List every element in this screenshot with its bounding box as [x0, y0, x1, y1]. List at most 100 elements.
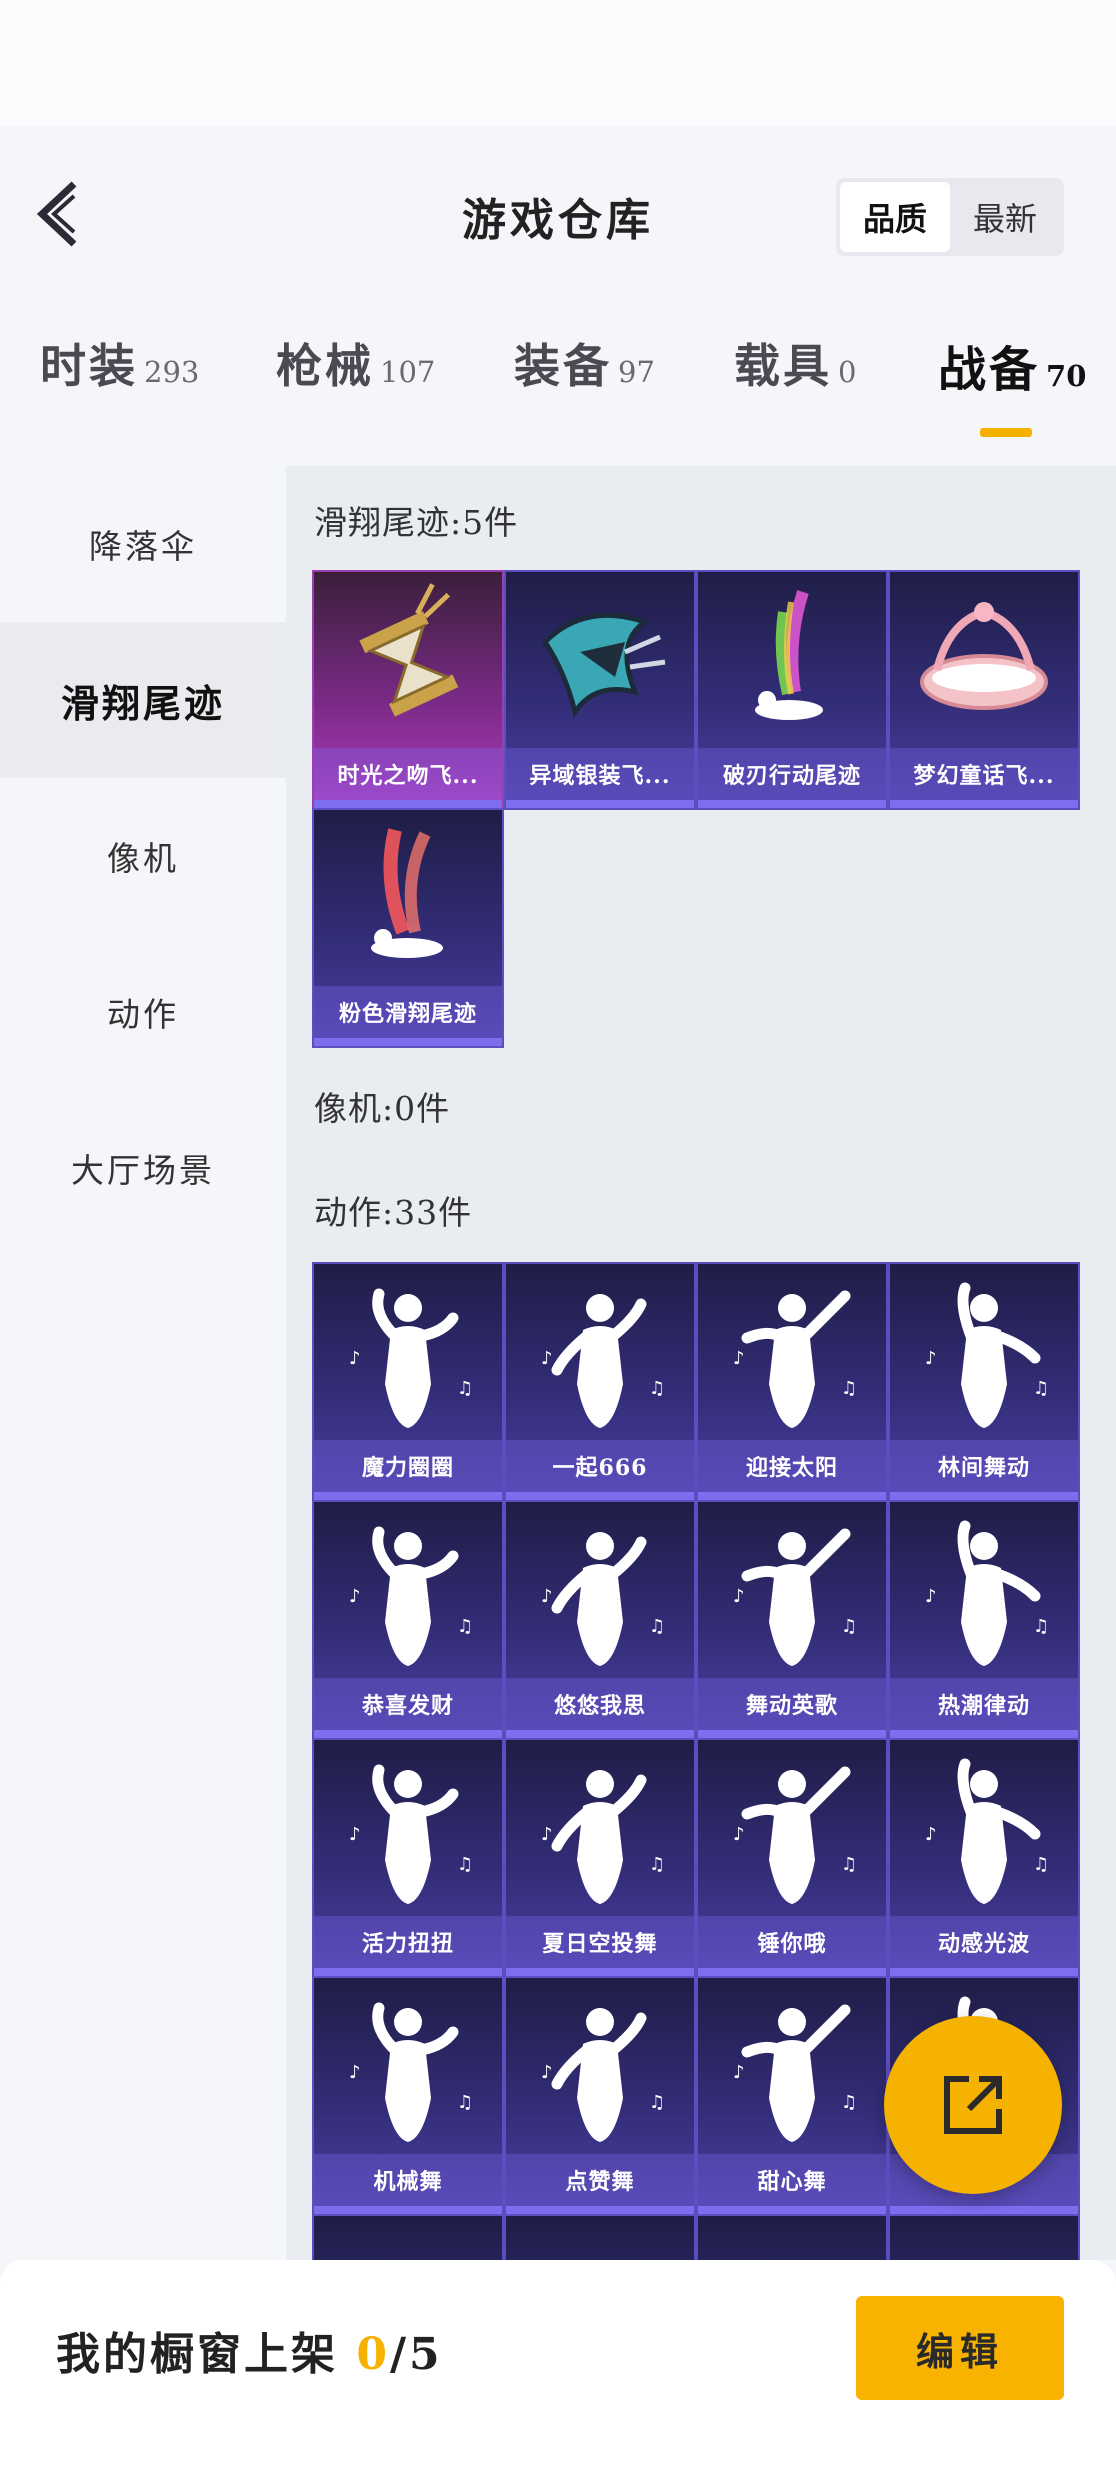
item-name: 活力扭扭: [314, 1916, 502, 1968]
item-thumbnail: ♪♫: [314, 1502, 502, 1682]
svg-text:♪: ♪: [541, 1586, 553, 1607]
tab-label: 战备: [938, 342, 1041, 398]
svg-text:♪: ♪: [541, 2062, 553, 2083]
svg-text:♫: ♫: [841, 1854, 857, 1875]
rarity-strip: [698, 800, 886, 808]
svg-text:♪: ♪: [925, 1824, 937, 1845]
section-title-glide-trail: 滑翔尾迹:5件: [314, 503, 519, 542]
tab-fashion[interactable]: 时装 293: [40, 330, 199, 396]
item-thumbnail: ♪♫: [890, 1264, 1078, 1444]
dance-pose-icon: ♪♫: [733, 1766, 857, 1904]
svg-text:♫: ♫: [1033, 1616, 1049, 1637]
dance-pose-icon: ♪♫: [349, 1288, 473, 1428]
svg-text:♫: ♫: [1033, 1854, 1049, 1875]
item-card[interactable]: ♪ ♫ 一起666: [504, 1262, 696, 1502]
grid-row: ♪ ♫ 恭喜发财 ♪ ♫ 悠悠我思 ♪ ♫ 舞动英歌 ♪ ♫ 热潮律动: [312, 1500, 1080, 1740]
item-thumbnail: [890, 572, 1078, 752]
svg-text:♪: ♪: [925, 1348, 937, 1369]
item-card[interactable]: [696, 2214, 888, 2260]
item-card[interactable]: ♪ ♫ 林间舞动: [888, 1262, 1080, 1502]
item-card[interactable]: ♪ ♫ 悠悠我思: [504, 1500, 696, 1740]
pink-trail-icon: [371, 828, 443, 958]
dance-pose-icon: ♪♫: [733, 2004, 857, 2142]
sidebar-item-lobby-scene[interactable]: 大厅场景: [0, 1090, 286, 1246]
section-title-camera: 像机:0件: [314, 1089, 451, 1128]
item-card[interactable]: ♪ ♫ 锤你哦: [696, 1738, 888, 1978]
item-card[interactable]: ♪ ♫ 机械舞: [312, 1976, 504, 2216]
svg-text:♫: ♫: [841, 1378, 857, 1399]
status-bar: [0, 0, 1116, 126]
tab-count: 97: [618, 355, 655, 389]
svg-text:♪: ♪: [349, 1586, 361, 1607]
item-card[interactable]: ♪ ♫ 舞动英歌: [696, 1500, 888, 1740]
item-card[interactable]: 梦幻童话飞...: [888, 570, 1080, 810]
dance-pose-icon: ♪♫: [349, 2002, 473, 2142]
item-card[interactable]: 破刃行动尾迹: [696, 570, 888, 810]
item-card[interactable]: ♪ ♫ 活力扭扭: [312, 1738, 504, 1978]
dance-pose-icon: ♪♫: [349, 1526, 473, 1666]
showcase-used: 0: [356, 2329, 390, 2380]
svg-text:♪: ♪: [733, 1586, 745, 1607]
item-card[interactable]: ♪ ♫ 恭喜发财: [312, 1500, 504, 1740]
item-card[interactable]: [888, 2214, 1080, 2260]
item-thumbnail: [698, 572, 886, 752]
sidebar-item-camera[interactable]: 像机: [0, 778, 286, 934]
svg-text:♫: ♫: [649, 2092, 665, 2113]
svg-text:♫: ♫: [649, 1854, 665, 1875]
item-thumbnail: ♪♫: [698, 1502, 886, 1682]
grid-row: 时光之吻飞... 异域银装飞... 破刃行动尾迹 梦幻童话飞...: [312, 570, 1080, 810]
share-button[interactable]: [884, 2016, 1062, 2194]
item-thumbnail: ♪♫: [506, 1264, 694, 1444]
item-card[interactable]: ♪ ♫ 甜心舞: [696, 1976, 888, 2216]
tab-equipment[interactable]: 装备 97: [514, 330, 655, 396]
tab-vehicles[interactable]: 载具 0: [734, 330, 856, 396]
item-card[interactable]: 时光之吻飞...: [312, 570, 504, 810]
sort-latest-button[interactable]: 最新: [950, 182, 1060, 252]
rarity-strip: [506, 1730, 694, 1738]
rarity-strip: [698, 1492, 886, 1500]
rarity-strip: [314, 1492, 502, 1500]
svg-text:♪: ♪: [349, 1824, 361, 1845]
item-list: 滑翔尾迹:5件 时光之吻飞... 异域银装飞... 破刃行动尾迹 梦幻童话飞... 粉…: [286, 466, 1116, 2260]
dance-pose-icon: ♪♫: [541, 1770, 665, 1904]
item-name: 异域银装飞...: [506, 748, 694, 800]
dance-pose-icon: ♪♫: [349, 1764, 473, 1904]
item-card[interactable]: ♪ ♫ 动感光波: [888, 1738, 1080, 1978]
item-thumbnail: [314, 810, 502, 990]
item-card[interactable]: [312, 2214, 504, 2260]
item-card[interactable]: ♪ ♫ 魔力圈圈: [312, 1262, 504, 1502]
item-card[interactable]: ♪ ♫ 点赞舞: [504, 1976, 696, 2216]
tab-count: 107: [380, 355, 436, 389]
item-card[interactable]: ♪ ♫ 夏日空投舞: [504, 1738, 696, 1978]
svg-text:♫: ♫: [457, 1854, 473, 1875]
tab-label: 枪械: [276, 339, 374, 393]
sort-quality-button[interactable]: 品质: [840, 182, 950, 252]
tab-count: 293: [144, 355, 200, 389]
item-card[interactable]: ♪ ♫ 热潮律动: [888, 1500, 1080, 1740]
item-thumbnail: ♪♫: [890, 1502, 1078, 1682]
svg-text:♪: ♪: [925, 1586, 937, 1607]
grid-row: ♪ ♫ 魔力圈圈 ♪ ♫ 一起666 ♪ ♫ 迎接太阳 ♪ ♫ 林间舞动: [312, 1262, 1080, 1502]
item-card[interactable]: 粉色滑翔尾迹: [312, 808, 504, 1048]
sidebar-item-parachute[interactable]: 降落伞: [0, 466, 286, 622]
svg-text:♫: ♫: [457, 1616, 473, 1637]
hourglass-icon: [359, 583, 459, 717]
item-card[interactable]: [504, 2214, 696, 2260]
item-thumbnail: ♪♫: [506, 1978, 694, 2158]
sidebar-item-emotes[interactable]: 动作: [0, 934, 286, 1090]
item-card[interactable]: ♪ ♫ 迎接太阳: [696, 1262, 888, 1502]
rainbow-trail-icon: [755, 590, 823, 720]
tab-battle-gear[interactable]: 战备 70: [938, 330, 1086, 400]
item-card[interactable]: 异域银装飞...: [504, 570, 696, 810]
sidebar-item-glide-trail[interactable]: 滑翔尾迹: [0, 622, 286, 778]
item-name: 一起666: [506, 1440, 694, 1492]
item-thumbnail: [314, 572, 502, 752]
rarity-strip: [314, 800, 502, 808]
item-thumbnail: ♪♫: [314, 1978, 502, 2158]
edit-button[interactable]: 编辑: [856, 2296, 1064, 2400]
item-name: 舞动英歌: [698, 1678, 886, 1730]
fairy-tale-bed-icon: [920, 602, 1048, 710]
tab-weapons[interactable]: 枪械 107: [276, 330, 435, 396]
dance-pose-icon: ♪♫: [733, 1290, 857, 1428]
dance-pose-icon: ♪♫: [541, 1294, 665, 1428]
